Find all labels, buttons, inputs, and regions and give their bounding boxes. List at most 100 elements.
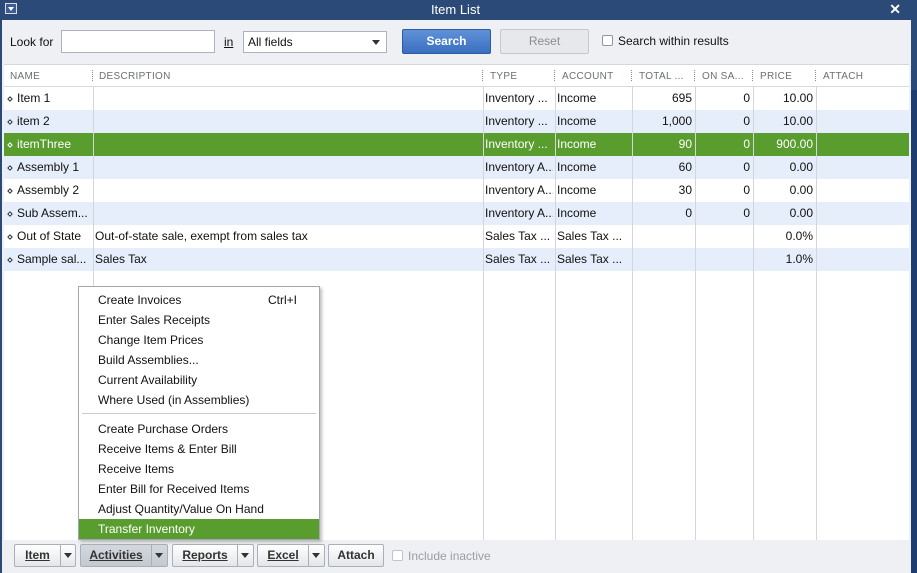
chevron-down-icon [312, 553, 320, 558]
menu-item-label: Receive Items [98, 462, 175, 476]
look-for-label: Look for [10, 35, 54, 49]
cell-price: 1.0% [785, 252, 813, 266]
column-header-attach[interactable]: ATTACH [823, 71, 863, 82]
cell-name: Assembly 1 [17, 160, 80, 174]
cell-name: Out of State [17, 229, 82, 243]
cell-description: Out-of-state sale, exempt from sales tax [95, 229, 308, 243]
menu-item-enter-sales-receipts[interactable]: Enter Sales Receipts [79, 310, 319, 330]
cell-type: Inventory A... [485, 160, 553, 174]
chevron-down-icon [155, 553, 163, 558]
menu-item-label: Create Purchase Orders [98, 422, 229, 436]
cell-name: itemThree [17, 137, 72, 151]
menu-item-where-used-in-assemblies[interactable]: Where Used (in Assemblies) [79, 390, 319, 410]
table-row[interactable]: itemThree Inventory ... Income 90 0 900.00 [4, 133, 909, 156]
menu-item-enter-bill-for-received-items[interactable]: Enter Bill for Received Items [79, 479, 319, 499]
column-header-type[interactable]: TYPE [490, 71, 517, 82]
menu-item-change-item-prices[interactable]: Change Item Prices [79, 330, 319, 350]
cell-on-sales: 0 [743, 114, 750, 128]
menu-item-adjust-quantity-value-on-hand[interactable]: Adjust Quantity/Value On Hand [79, 499, 319, 519]
column-header-description[interactable]: DESCRIPTION [99, 71, 171, 82]
cell-name: Assembly 2 [17, 183, 80, 197]
menu-separator [82, 413, 316, 414]
activities-menu-button[interactable]: Activities [80, 544, 168, 567]
table-row[interactable]: Assembly 1 Inventory A... Income 60 0 0.00 [4, 156, 909, 179]
menu-item-receive-items[interactable]: Receive Items [79, 459, 319, 479]
search-button[interactable]: Search [402, 29, 491, 54]
cell-type: Inventory ... [485, 91, 548, 105]
excel-menu-button[interactable]: Excel [257, 544, 325, 567]
search-within-results-checkbox[interactable] [602, 35, 613, 46]
cell-account: Income [557, 183, 597, 197]
menu-item-label: Build Assemblies... [98, 353, 199, 367]
table-row[interactable]: Assembly 2 Inventory A... Income 30 0 0.00 [4, 179, 909, 202]
search-bar: Look for in All fields Search Reset Sear… [2, 20, 911, 64]
row-bullet-icon [7, 142, 13, 148]
cell-total: 695 [671, 91, 692, 105]
cell-price: 0.00 [789, 160, 813, 174]
attach-button[interactable]: Attach [328, 544, 384, 567]
window-title: Item List [430, 2, 481, 17]
table-row[interactable]: Out of State Out-of-state sale, exempt fr… [4, 225, 909, 248]
field-select[interactable]: All fields [243, 31, 387, 53]
row-bullet-icon [7, 188, 13, 194]
menu-item-build-assemblies[interactable]: Build Assemblies... [79, 350, 319, 370]
column-header-total[interactable]: TOTAL ... [639, 71, 684, 82]
menu-item-label: Change Item Prices [98, 333, 204, 347]
cell-total: 1,000 [661, 114, 692, 128]
table-row[interactable]: Sample sal... Sales Tax Sales Tax ... Sales… [4, 248, 909, 271]
table-row[interactable]: item 2 Inventory ... Income 1,000 0 10.00 [4, 110, 909, 133]
cell-name: Sub Assem... [17, 206, 88, 220]
cell-account: Sales Tax ... [557, 252, 623, 266]
cell-total: 30 [678, 183, 692, 197]
cell-total: 90 [678, 137, 692, 151]
cell-price: 0.00 [789, 183, 813, 197]
column-header-on-sales[interactable]: ON SA... [702, 71, 744, 82]
cell-account: Sales Tax ... [557, 229, 623, 243]
cell-price: 900.00 [776, 137, 813, 151]
look-for-input[interactable] [61, 30, 215, 53]
menu-item-shortcut: Ctrl+I [268, 293, 298, 307]
field-select-value: All fields [248, 35, 293, 49]
table-row[interactable]: Sub Assem... Inventory A... Income 0 0 0.00 [4, 202, 909, 225]
include-inactive-label: Include inactive [408, 549, 491, 563]
cell-total: 0 [685, 206, 692, 220]
item-menu-button[interactable]: Item [14, 544, 76, 567]
row-bullet-icon [7, 257, 13, 263]
cell-on-sales: 0 [743, 206, 750, 220]
menu-item-label: Receive Items & Enter Bill [98, 442, 237, 456]
cell-price: 10.00 [782, 114, 813, 128]
cell-account: Income [557, 206, 597, 220]
menu-item-create-purchase-orders[interactable]: Create Purchase Orders [79, 419, 319, 439]
menu-item-label: Enter Sales Receipts [98, 313, 211, 327]
cell-account: Income [557, 91, 597, 105]
column-header-account[interactable]: ACCOUNT [562, 71, 614, 82]
include-inactive-checkbox[interactable] [392, 550, 403, 561]
cell-account: Income [557, 160, 597, 174]
cell-price: 0.00 [789, 206, 813, 220]
close-icon[interactable]: ✕ [889, 1, 901, 18]
cell-total: 60 [678, 160, 692, 174]
menu-item-receive-items-enter-bill[interactable]: Receive Items & Enter Bill [79, 439, 319, 459]
column-header-name[interactable]: NAME [10, 71, 40, 82]
menu-item-label: Create Invoices [98, 293, 182, 307]
cell-on-sales: 0 [743, 183, 750, 197]
cell-price: 10.00 [782, 91, 813, 105]
cell-price: 0.0% [785, 229, 813, 243]
title-bar: Item List ✕ [0, 0, 911, 20]
window-edge [911, 0, 917, 573]
reset-button[interactable]: Reset [500, 29, 589, 54]
menu-item-label: Enter Bill for Received Items [98, 482, 250, 496]
cell-name: Item 1 [17, 91, 51, 105]
menu-item-current-availability[interactable]: Current Availability [79, 370, 319, 390]
menu-item-create-invoices[interactable]: Create Invoices Ctrl+I [79, 290, 319, 310]
cell-description: Sales Tax [95, 252, 147, 266]
menu-item-label: Transfer Inventory [98, 522, 195, 536]
table-row[interactable]: Item 1 Inventory ... Income 695 0 10.00 [4, 87, 909, 110]
cell-account: Income [557, 137, 597, 151]
column-header-price[interactable]: PRICE [760, 71, 792, 82]
row-bullet-icon [7, 96, 13, 102]
cell-type: Inventory ... [485, 137, 548, 151]
menu-item-transfer-inventory[interactable]: Transfer Inventory [79, 519, 319, 539]
row-bullet-icon [7, 119, 13, 125]
reports-menu-button[interactable]: Reports [172, 544, 254, 567]
